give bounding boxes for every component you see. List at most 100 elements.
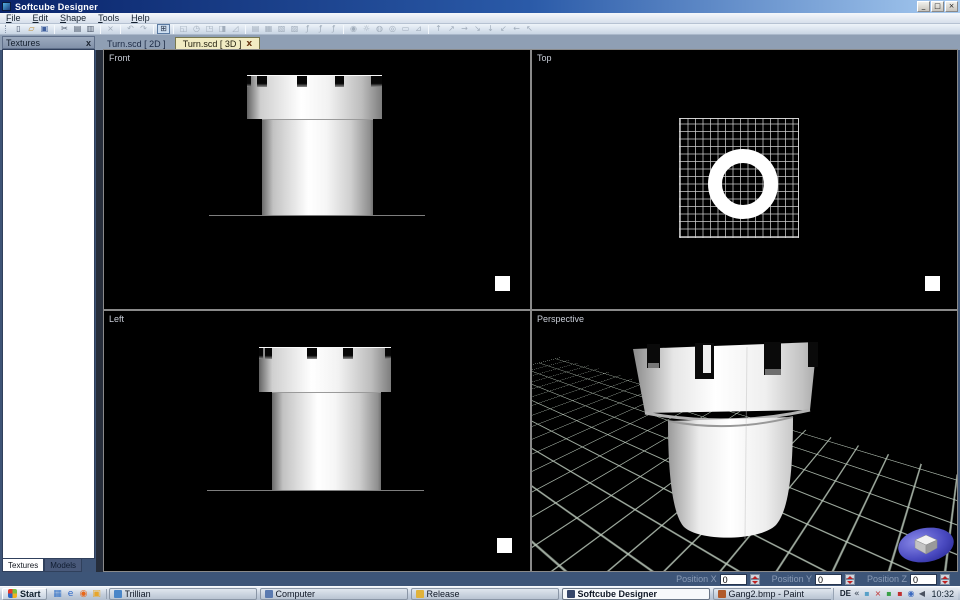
- panel-tab-textures[interactable]: Textures: [2, 559, 44, 572]
- spin-down-button[interactable]: [845, 579, 855, 585]
- language-indicator[interactable]: DE: [840, 589, 851, 598]
- spin-down-button[interactable]: [750, 579, 760, 585]
- position-input[interactable]: 0: [815, 574, 842, 585]
- position-input[interactable]: 0: [720, 574, 747, 585]
- tray-icons: ▪×▪▪◉◀: [862, 589, 926, 598]
- task-label: Softcube Designer: [578, 589, 658, 599]
- material-icon: ◎: [386, 24, 399, 34]
- textures-panel-title: Textures: [6, 38, 40, 48]
- panel-splitter[interactable]: [96, 50, 103, 586]
- tray-messenger-icon[interactable]: ▪: [862, 589, 871, 598]
- open-file-icon[interactable]: ▱: [25, 24, 38, 34]
- tab-strip: Turn.scd [ 2D ]Turn.scd [ 3D ]x: [0, 35, 960, 50]
- restore-button-icon[interactable]: □: [931, 1, 944, 12]
- scale-tool-icon: ◳: [203, 24, 216, 34]
- tray-alert-icon[interactable]: ×: [873, 589, 882, 598]
- media-folder-icon[interactable]: ▣: [91, 589, 103, 599]
- position-label: Position Z: [867, 574, 907, 584]
- internet-explorer-icon[interactable]: e: [65, 589, 77, 599]
- viewport-area: Front Top Left: [103, 49, 958, 572]
- viewport-top[interactable]: Top: [532, 50, 957, 309]
- viewport-maximize-button[interactable]: [925, 276, 940, 291]
- tray-antivirus-icon[interactable]: ▪: [895, 589, 904, 598]
- new-file-icon[interactable]: ▯: [12, 24, 25, 34]
- position-input[interactable]: 0: [910, 574, 937, 585]
- start-button[interactable]: Start: [2, 588, 47, 600]
- add-shape-icon: ▤: [249, 24, 262, 34]
- tray-network-icon[interactable]: ◉: [906, 589, 915, 598]
- paste-icon[interactable]: ▥: [84, 24, 97, 34]
- panel-tab-models[interactable]: Models: [44, 559, 82, 572]
- start-label: Start: [20, 589, 41, 599]
- tab-close-icon[interactable]: x: [246, 39, 252, 49]
- task-label: Gang2.bmp - Paint: [729, 589, 805, 599]
- system-tray: DE « ▪×▪▪◉◀ 10:32: [833, 588, 958, 600]
- redo-icon: ↷: [137, 24, 150, 34]
- subtract-shape-icon: ▦: [262, 24, 275, 34]
- taskbar-button-gang2-bmp-paint[interactable]: Gang2.bmp - Paint: [713, 588, 831, 600]
- windows-flag-icon: [8, 589, 17, 598]
- taskbar-button-computer[interactable]: Computer: [260, 588, 408, 600]
- quick-launch-bar: ▦e◉▣: [49, 589, 107, 599]
- taskbar-button-softcube-designer[interactable]: Softcube Designer: [562, 588, 710, 600]
- position-label: Position Y: [772, 574, 812, 584]
- viewport-front[interactable]: Front: [104, 50, 530, 309]
- cut-icon[interactable]: ✂: [58, 24, 71, 34]
- show-desktop-icon[interactable]: ▦: [52, 589, 64, 599]
- wireframe-icon: ▭: [399, 24, 412, 34]
- toolbar: ▯▱▣✂▤▥×↶↷⊞◱◷◳◨◿▤▦▧▨ƒƒƒ◉☼◍◎▭⊿↑↗→↘↓↙←↖: [0, 24, 960, 35]
- toolbar-separator: [173, 25, 174, 34]
- toolbar-separator: [54, 25, 55, 34]
- rotate-tool-icon: ◷: [190, 24, 203, 34]
- tray-expand-chevron-icon[interactable]: «: [854, 589, 860, 599]
- taskbar-tasks: TrillianComputerRelease Softcube Designer…: [109, 588, 831, 600]
- panel-close-icon[interactable]: x: [86, 38, 91, 48]
- spin-down-button[interactable]: [940, 579, 950, 585]
- textures-panel-header[interactable]: Textures x: [2, 36, 95, 49]
- position-field: Position X0: [676, 574, 760, 585]
- curve-tool-3-icon: ƒ: [327, 24, 340, 34]
- viewport-maximize-button[interactable]: [497, 538, 512, 553]
- perspective-view-model: [532, 311, 957, 571]
- task-icon: [114, 590, 122, 598]
- taskbar-button-trillian[interactable]: Trillian: [109, 588, 257, 600]
- orientation-gizmo[interactable]: [898, 526, 956, 566]
- taskbar: Start ▦e◉▣ TrillianComputerReleaseSoftcu…: [0, 586, 960, 600]
- application-window: Softcube Designer _ □ × FileEditShapeToo…: [0, 0, 960, 600]
- viewport-left[interactable]: Left: [104, 311, 530, 571]
- four-view-layout-icon[interactable]: ⊞: [157, 24, 170, 34]
- position-spinner: [750, 574, 760, 585]
- toolbar-separator: [120, 25, 121, 34]
- close-button-icon[interactable]: ×: [945, 1, 958, 12]
- position-field: Position Z0: [867, 574, 950, 585]
- toolbar-separator: [100, 25, 101, 34]
- menu-shape[interactable]: Shape: [54, 13, 92, 24]
- tray-connection-icon[interactable]: ▪: [884, 589, 893, 598]
- menu-help[interactable]: Help: [125, 13, 156, 24]
- taskbar-button-release[interactable]: Release: [411, 588, 559, 600]
- mirror-tool-icon: ◨: [216, 24, 229, 34]
- move-tool-icon: ◱: [177, 24, 190, 34]
- toolbar-separator: [428, 25, 429, 34]
- viewport-left-label: Left: [109, 314, 124, 324]
- viewport-perspective[interactable]: Perspective: [532, 311, 957, 571]
- menu-file[interactable]: File: [0, 13, 27, 24]
- textures-list[interactable]: [2, 49, 95, 559]
- camera-icon: ◉: [347, 24, 360, 34]
- rotate-view-upleft-icon: ↖: [523, 24, 536, 34]
- light-icon: ☼: [360, 24, 373, 34]
- rotate-view-down-icon: ↓: [484, 24, 497, 34]
- top-view-ring: [708, 149, 778, 219]
- position-spinner: [940, 574, 950, 585]
- tray-volume-icon[interactable]: ◀: [917, 589, 926, 598]
- skew-tool-icon: ◿: [229, 24, 242, 34]
- save-file-icon[interactable]: ▣: [38, 24, 51, 34]
- copy-icon[interactable]: ▤: [71, 24, 84, 34]
- firefox-icon[interactable]: ◉: [78, 589, 90, 599]
- viewport-maximize-button[interactable]: [495, 276, 510, 291]
- menu-tools[interactable]: Tools: [92, 13, 125, 24]
- viewport-front-label: Front: [109, 53, 130, 63]
- menu-edit[interactable]: Edit: [27, 13, 55, 24]
- minimize-button-icon[interactable]: _: [917, 1, 930, 12]
- position-label: Position X: [676, 574, 717, 584]
